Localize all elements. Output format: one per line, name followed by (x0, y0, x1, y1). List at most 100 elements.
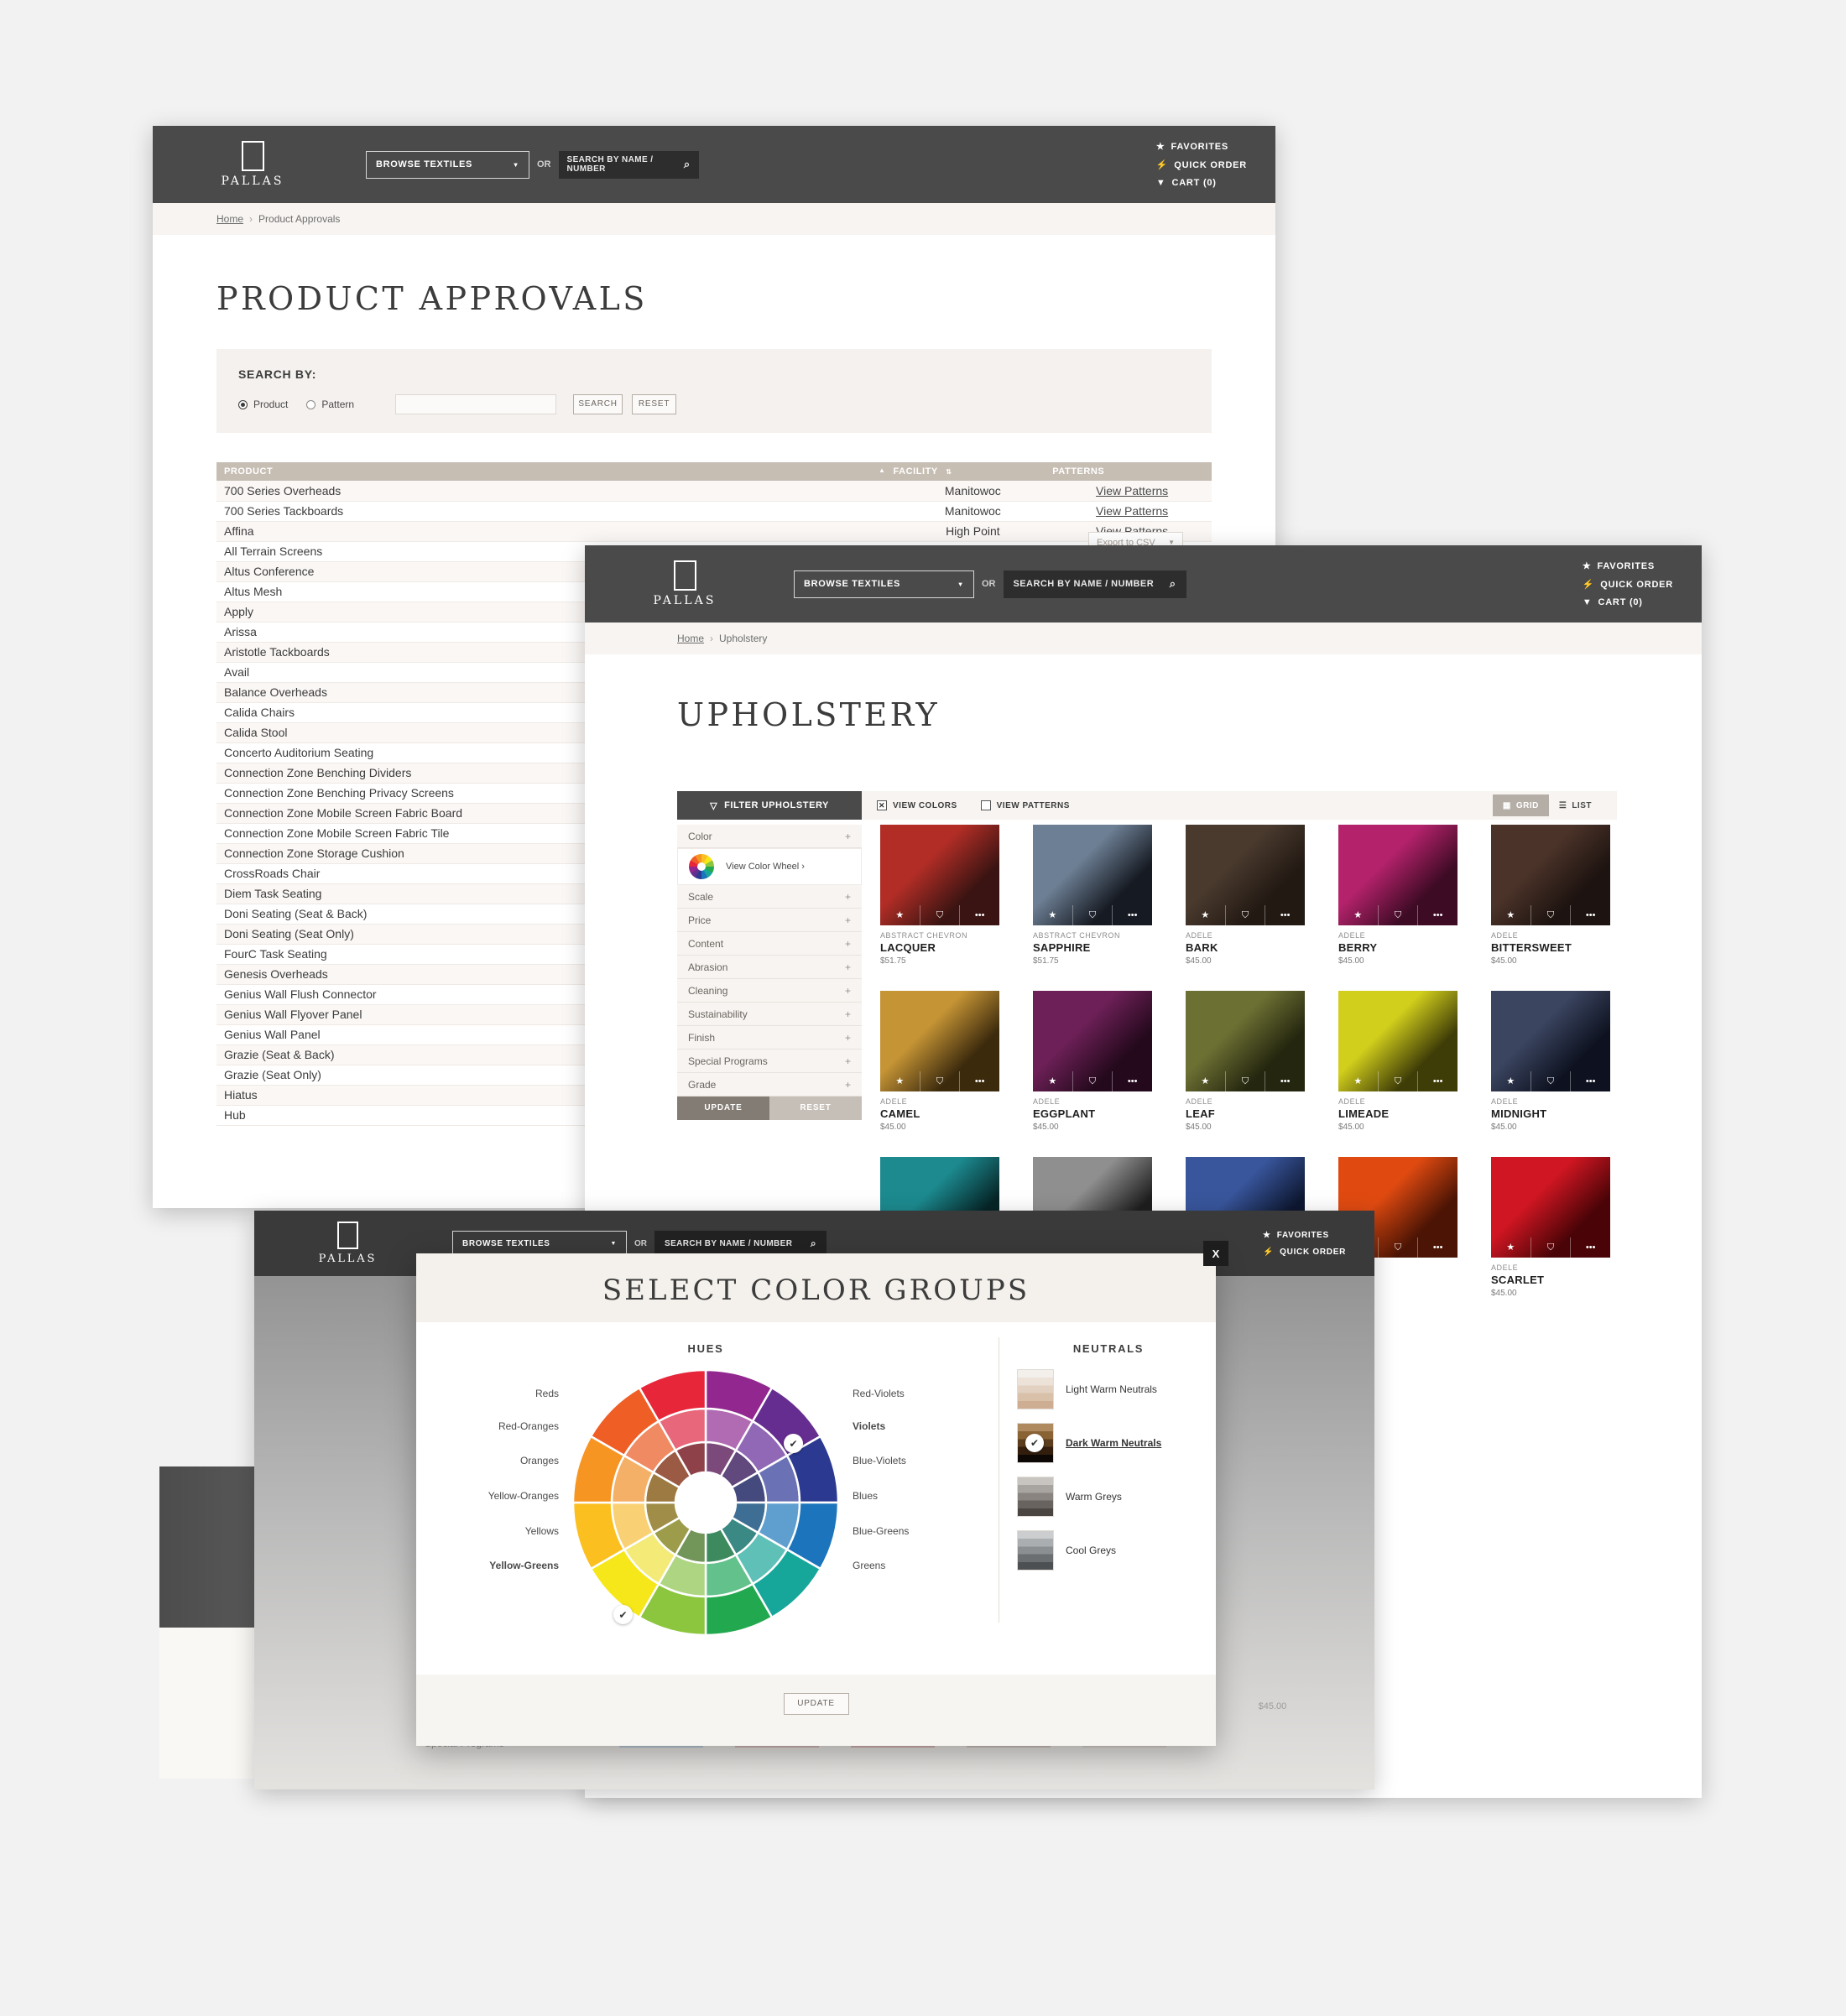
quick-order-link[interactable]: ⚡ QUICK ORDER (1583, 579, 1673, 591)
swatch-tile[interactable]: ★ ⛉ ••• ADELE EGGPLANT $45.00 (1033, 991, 1152, 1132)
ellipsis-icon[interactable]: ••• (1571, 1071, 1610, 1091)
facet-scale[interactable]: Scale + (677, 885, 862, 909)
neutral-group-dark-warm-neutrals[interactable]: ✔ Dark Warm Neutrals (1017, 1423, 1210, 1463)
cart-icon[interactable]: ⛉ (1531, 1237, 1572, 1258)
swatch-tile[interactable]: ★ ⛉ ••• ADELE BERRY $45.00 (1338, 825, 1458, 966)
cart-link[interactable]: ▼ CART (0) (1583, 597, 1673, 607)
star-icon[interactable]: ★ (1186, 1071, 1226, 1091)
cart-icon[interactable]: ⛉ (920, 905, 961, 925)
cart-icon[interactable]: ⛉ (1379, 1071, 1419, 1091)
reset-button[interactable]: RESET (632, 394, 677, 414)
ellipsis-icon[interactable]: ••• (960, 905, 999, 925)
swatch-tile[interactable]: ★ ⛉ ••• ADELE LIMEADE $45.00 (1338, 991, 1458, 1132)
cart-icon[interactable]: ⛉ (1073, 1071, 1113, 1091)
view-colors-option[interactable]: ✕ VIEW COLORS (877, 800, 957, 810)
star-icon[interactable]: ★ (1033, 1071, 1073, 1091)
search-icon[interactable]: ⌕ (1170, 577, 1176, 591)
radio-product[interactable] (238, 399, 248, 409)
swatch-tile[interactable]: ★ ⛉ ••• ABSTRACT CHEVRON LACQUER $51.75 (880, 825, 999, 966)
brand-logo[interactable]: PALLAS (283, 1222, 413, 1265)
table-row[interactable]: 700 Series Overheads Manitowoc View Patter… (216, 481, 1212, 502)
radio-pattern[interactable] (306, 399, 316, 409)
search-input[interactable]: SEARCH BY NAME / NUMBER ⌕ (1003, 570, 1186, 598)
neutral-group-warm-greys[interactable]: Warm Greys (1017, 1477, 1210, 1517)
view-patterns-link[interactable]: View Patterns (1096, 484, 1168, 497)
ellipsis-icon[interactable]: ••• (1418, 1071, 1458, 1091)
cart-icon[interactable]: ⛉ (1226, 1071, 1266, 1091)
table-row[interactable]: Affina High Point View Patterns (216, 521, 1212, 542)
breadcrumb-home[interactable]: Home (216, 213, 243, 225)
facet-cleaning[interactable]: Cleaning + (677, 979, 862, 1003)
cart-icon[interactable]: ⛉ (1226, 905, 1266, 925)
search-input[interactable]: SEARCH BY NAME / NUMBER ⌕ (558, 150, 699, 179)
facet-abrasion[interactable]: Abrasion + (677, 956, 862, 979)
table-row[interactable]: 700 Series Tackboards Manitowoc View Patte… (216, 501, 1212, 522)
cart-icon[interactable]: ⛉ (1379, 1237, 1419, 1258)
ellipsis-icon[interactable]: ••• (1113, 1071, 1152, 1091)
cart-icon[interactable]: ⛉ (1531, 905, 1572, 925)
star-icon[interactable]: ★ (1491, 905, 1531, 925)
quick-order-link[interactable]: ⚡ QUICK ORDER (1263, 1248, 1346, 1257)
facet-update-button[interactable]: UPDATE (677, 1097, 769, 1120)
cart-icon[interactable]: ⛉ (1073, 905, 1113, 925)
ellipsis-icon[interactable]: ••• (1418, 1237, 1458, 1258)
hue-label-blue-greens[interactable]: Blue-Greens (853, 1525, 909, 1537)
swatch-tile[interactable]: ★ ⛉ ••• ADELE CAMEL $45.00 (880, 991, 999, 1132)
swatch-tile[interactable]: ★ ⛉ ••• ADELE BITTERSWEET $45.00 (1491, 825, 1610, 966)
col-facility[interactable]: FACILITY ⇅ (893, 462, 1053, 481)
favorites-link[interactable]: ★ FAVORITES (1156, 141, 1247, 153)
brand-logo[interactable]: PALLAS (181, 141, 324, 188)
facet-finish[interactable]: Finish + (677, 1026, 862, 1050)
star-icon[interactable]: ★ (1186, 905, 1226, 925)
hue-label-red-oranges[interactable]: Red-Oranges (416, 1420, 559, 1432)
cart-icon[interactable]: ⛉ (920, 1071, 961, 1091)
grid-view-button[interactable]: ▦ GRID (1492, 794, 1549, 816)
hue-label-yellow-oranges[interactable]: Yellow-Oranges (416, 1490, 559, 1502)
swatch-tile[interactable]: ★ ⛉ ••• ADELE LEAF $45.00 (1186, 991, 1305, 1132)
star-icon[interactable]: ★ (1491, 1071, 1531, 1091)
swatch-tile[interactable]: ★ ⛉ ••• ADELE BARK $45.00 (1186, 825, 1305, 966)
breadcrumb-home[interactable]: Home (677, 633, 704, 644)
brand-logo[interactable]: PALLAS (613, 560, 756, 607)
hue-label-yellow-greens[interactable]: Yellow-Greens (416, 1560, 559, 1571)
neutral-group-cool-greys[interactable]: Cool Greys (1017, 1530, 1210, 1571)
hue-label-greens[interactable]: Greens (853, 1560, 885, 1571)
cart-link[interactable]: ▼ CART (0) (1156, 178, 1247, 188)
search-icon[interactable]: ⌕ (811, 1237, 816, 1250)
facet-special-programs[interactable]: Special Programs + (677, 1050, 862, 1073)
star-icon[interactable]: ★ (880, 1071, 920, 1091)
favorites-link[interactable]: ★ FAVORITES (1583, 560, 1673, 572)
search-input[interactable]: SEARCH BY NAME / NUMBER ⌕ (654, 1230, 827, 1257)
hue-label-red-violets[interactable]: Red-Violets (853, 1388, 905, 1399)
facet-color[interactable]: Color + (677, 825, 862, 848)
star-icon[interactable]: ★ (1338, 1071, 1379, 1091)
view-patterns-option[interactable]: VIEW PATTERNS (980, 800, 1070, 810)
facet-content[interactable]: Content + (677, 932, 862, 956)
swatch-tile[interactable]: ★ ⛉ ••• ADELE SCARLET $45.00 (1491, 1157, 1610, 1298)
search-button[interactable]: SEARCH (573, 394, 623, 414)
hue-label-oranges[interactable]: Oranges (416, 1455, 559, 1466)
ellipsis-icon[interactable]: ••• (1571, 905, 1610, 925)
modal-update-button[interactable]: UPDATE (783, 1693, 849, 1715)
star-icon[interactable]: ★ (880, 905, 920, 925)
browse-textiles-select[interactable]: BROWSE TEXTILES ▼ (452, 1230, 627, 1257)
filter-upholstery-button[interactable]: ▽ FILTER UPHOLSTERY (677, 791, 862, 820)
view-patterns-link[interactable]: View Patterns (1096, 504, 1168, 518)
hue-label-reds[interactable]: Reds (416, 1388, 559, 1399)
swatch-tile[interactable]: ★ ⛉ ••• ABSTRACT CHEVRON SAPPHIRE $51.75 (1033, 825, 1152, 966)
hue-label-yellows[interactable]: Yellows (416, 1525, 559, 1537)
star-icon[interactable]: ★ (1491, 1237, 1531, 1258)
col-product[interactable]: PRODUCT ▲ (216, 462, 894, 481)
quick-order-link[interactable]: ⚡ QUICK ORDER (1156, 159, 1247, 171)
ellipsis-icon[interactable]: ••• (1265, 905, 1305, 925)
ellipsis-icon[interactable]: ••• (1265, 1071, 1305, 1091)
search-icon[interactable]: ⌕ (684, 158, 691, 171)
star-icon[interactable]: ★ (1033, 905, 1073, 925)
hue-label-blues[interactable]: Blues (853, 1490, 878, 1502)
facet-sustainability[interactable]: Sustainability + (677, 1003, 862, 1026)
hue-label-blue-violets[interactable]: Blue-Violets (853, 1455, 906, 1466)
ellipsis-icon[interactable]: ••• (960, 1071, 999, 1091)
facet-price[interactable]: Price + (677, 909, 862, 932)
hue-label-violets[interactable]: Violets (853, 1420, 885, 1432)
ellipsis-icon[interactable]: ••• (1113, 905, 1152, 925)
